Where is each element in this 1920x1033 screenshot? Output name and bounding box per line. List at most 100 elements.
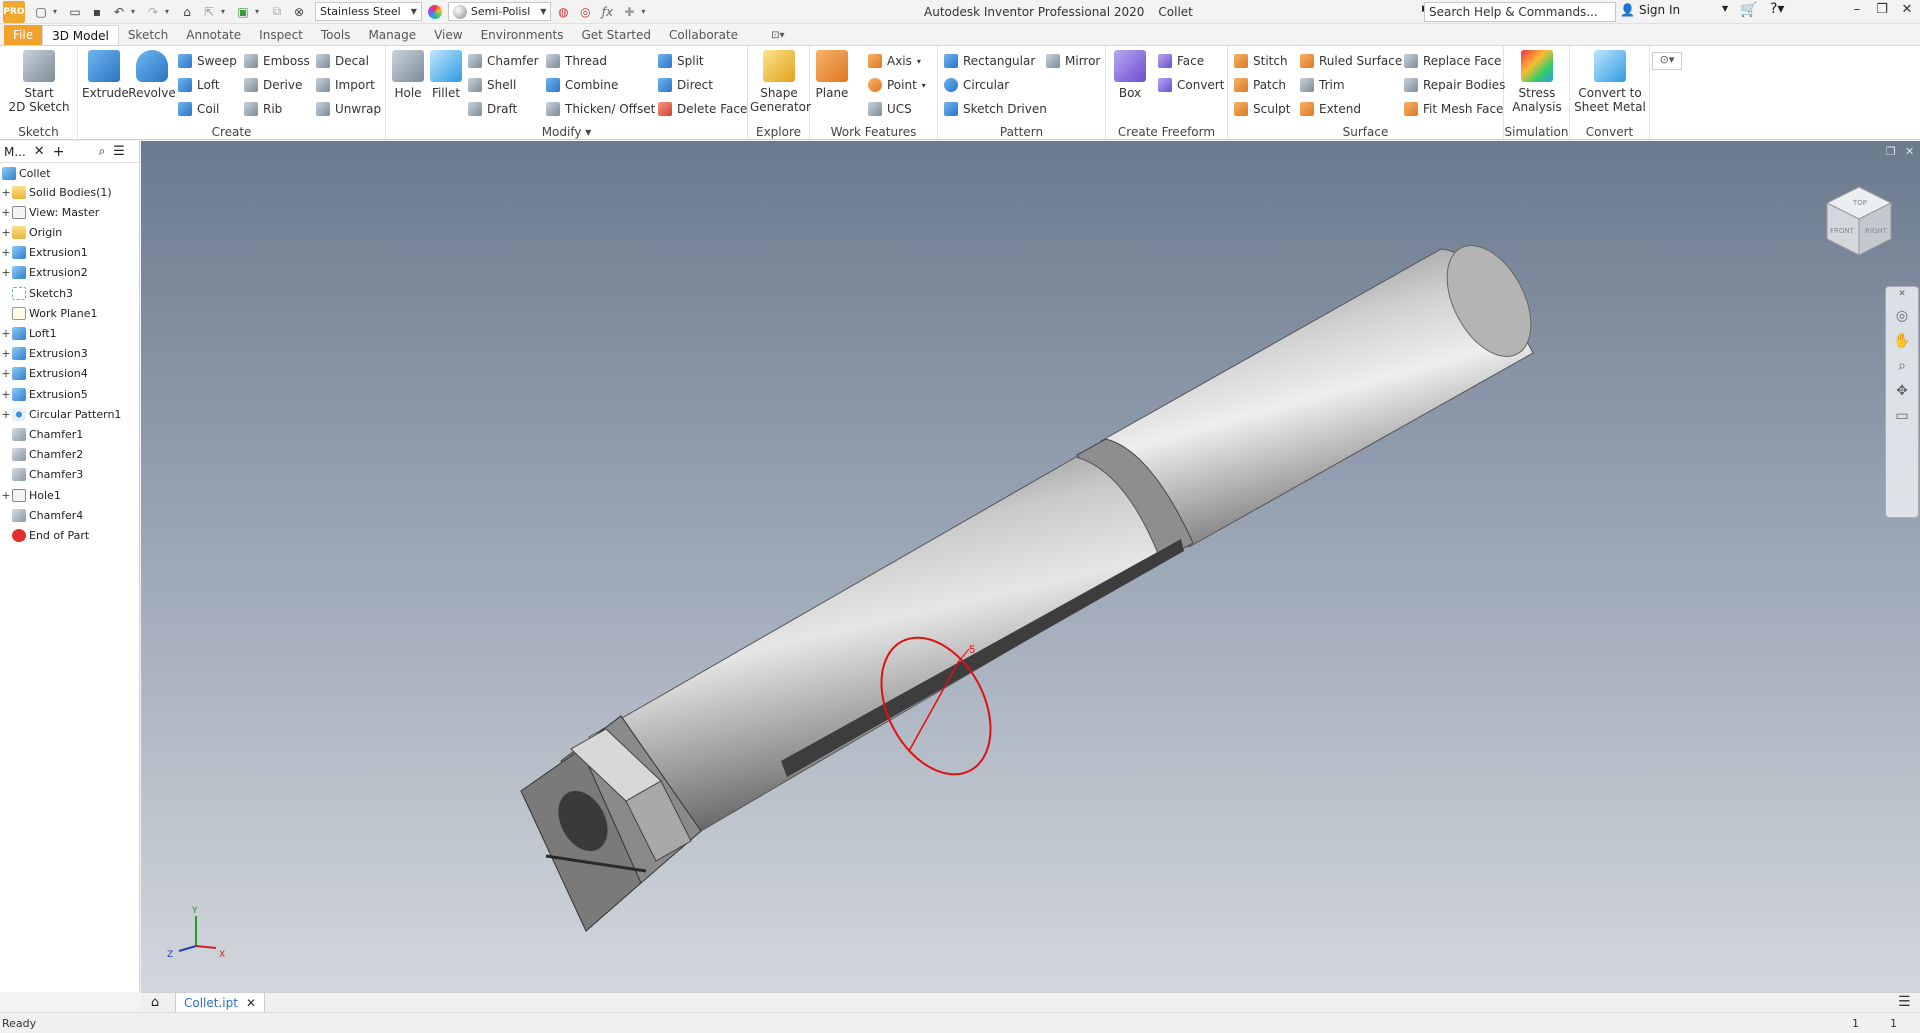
tree-item[interactable]: Sketch3 (0, 284, 73, 302)
decal-button[interactable]: Decal (316, 52, 369, 70)
cart-icon[interactable]: 🛒 (1740, 2, 1757, 18)
look-at-icon[interactable]: ▭ (1886, 408, 1918, 424)
trim-button[interactable]: Trim (1300, 76, 1345, 94)
shape-generator-button[interactable]: Shape Generator (750, 50, 811, 114)
tab-3d-model[interactable]: 3D Model (42, 25, 119, 45)
ucs-button[interactable]: UCS (868, 100, 912, 118)
stitch-button[interactable]: Stitch (1234, 52, 1288, 70)
steering-wheel-icon[interactable]: ◎ (1886, 308, 1918, 324)
thicken-offset-button[interactable]: Thicken/ Offset (546, 100, 655, 118)
home-icon[interactable]: ⌂ (177, 2, 197, 22)
expand-toggle[interactable]: + (0, 367, 12, 380)
tab-inspect[interactable]: Inspect (250, 25, 312, 45)
save-icon[interactable]: ▪ (87, 2, 107, 22)
select-icon[interactable]: ⇱ (199, 2, 219, 22)
dimension-label[interactable]: 5 (969, 644, 975, 656)
collet-model[interactable] (520, 232, 1548, 932)
derive-button[interactable]: Derive (244, 76, 302, 94)
search-input[interactable]: Search Help & Commands... (1424, 2, 1616, 22)
tree-item[interactable]: + Extrusion1 (0, 244, 88, 262)
tab-collaborate[interactable]: Collaborate (660, 25, 747, 45)
ruled-surface-button[interactable]: Ruled Surface (1300, 52, 1402, 70)
plane-button[interactable]: Plane (814, 50, 850, 100)
sweep-button[interactable]: Sweep (178, 52, 237, 70)
orbit-icon[interactable]: ✥ (1886, 383, 1918, 399)
rib-button[interactable]: Rib (244, 100, 282, 118)
tree-item[interactable]: + Solid Bodies(1) (0, 183, 112, 201)
tab-environments[interactable]: Environments (472, 25, 573, 45)
open-icon[interactable]: ▭ (65, 2, 85, 22)
emboss-button[interactable]: Emboss (244, 52, 310, 70)
tree-item[interactable]: Chamfer1 (0, 425, 83, 443)
material-select[interactable]: Stainless Steel ▼ (315, 2, 422, 21)
shell-button[interactable]: Shell (468, 76, 516, 94)
draft-button[interactable]: Draft (468, 100, 517, 118)
help-icon[interactable]: ?▾ (1770, 1, 1784, 17)
new-dropdown[interactable]: ▾ (53, 7, 63, 16)
menu-icon[interactable]: ☰ (113, 144, 125, 159)
search-icon[interactable]: ⌕ (98, 144, 105, 159)
unwrap-button[interactable]: Unwrap (316, 100, 381, 118)
redo-dropdown[interactable]: ▾ (165, 7, 175, 16)
sketch-driven-pattern-button[interactable]: Sketch Driven (944, 100, 1047, 118)
home-icon[interactable]: ⌂ (145, 995, 165, 1010)
tab-file[interactable]: File (4, 25, 43, 45)
graphics-viewport[interactable]: ❐ ✕ 5 Y X Z TOP FRONT RIGHT ✕ ◎ ✋ ⌕ ✥ ▭ (141, 141, 1920, 992)
fillet-button[interactable]: Fillet (428, 50, 464, 100)
expand-toggle[interactable]: + (0, 327, 12, 340)
patch-button[interactable]: Patch (1234, 76, 1286, 94)
inventor-logo[interactable]: PRO (3, 0, 25, 23)
appearance-icon[interactable] (427, 4, 442, 19)
update-dropdown[interactable]: ▾ (255, 7, 265, 16)
browser-title[interactable]: M... (4, 145, 26, 159)
expand-toggle[interactable]: + (0, 408, 12, 421)
stress-analysis-button[interactable]: Stress Analysis (1508, 50, 1566, 114)
tree-item[interactable]: Work Plane1 (0, 304, 98, 322)
circular-pattern-button[interactable]: Circular (944, 76, 1009, 94)
point-button[interactable]: Point ▾ (868, 76, 926, 94)
delete-face-button[interactable]: Delete Face (658, 100, 747, 118)
document-tab[interactable]: Collet.ipt ✕ (175, 992, 266, 1013)
undo-dropdown[interactable]: ▾ (131, 7, 141, 16)
axis-button[interactable]: Axis ▾ (868, 52, 921, 70)
start-2d-sketch-button[interactable]: Start 2D Sketch (6, 50, 72, 114)
panel-label-modify[interactable]: Modify ▾ (386, 125, 747, 139)
close-icon[interactable]: ✕ (246, 993, 256, 1013)
tree-item[interactable]: + Extrusion5 (0, 385, 88, 403)
convert-button[interactable]: Convert (1158, 76, 1224, 94)
update-icon[interactable]: ▣ (233, 2, 253, 22)
add-icon[interactable]: ✚ (619, 2, 639, 22)
thread-button[interactable]: Thread (546, 52, 607, 70)
replace-face-button[interactable]: Replace Face (1404, 52, 1501, 70)
zoom-icon[interactable]: ⌕ (1886, 358, 1918, 374)
fit-mesh-face-button[interactable]: Fit Mesh Face (1404, 100, 1503, 118)
close-icon[interactable]: ✕ (1886, 289, 1918, 299)
tree-item[interactable]: + Origin (0, 223, 62, 241)
tab-menu-icon[interactable]: ☰ (1898, 994, 1911, 1010)
loft-button[interactable]: Loft (178, 76, 220, 94)
expand-toggle[interactable]: + (0, 186, 12, 199)
adjust-appearance-icon[interactable]: ◍ (553, 2, 573, 22)
extrude-button[interactable]: Extrude (82, 50, 129, 100)
tree-item[interactable]: + Circular Pattern1 (0, 405, 121, 423)
view-cube[interactable]: TOP FRONT RIGHT (1821, 181, 1897, 261)
clear-appearance-icon[interactable]: ◎ (575, 2, 595, 22)
sign-in-dropdown[interactable]: ▼ (1722, 4, 1728, 13)
close-window-button[interactable]: ✕ (1896, 2, 1918, 22)
restore-button[interactable]: ❐ (1871, 2, 1893, 22)
expand-toggle[interactable]: + (0, 206, 12, 219)
extend-button[interactable]: Extend (1300, 100, 1361, 118)
expand-toggle[interactable]: + (0, 226, 12, 239)
redo-icon[interactable]: ↷ (143, 2, 163, 22)
new-file-icon[interactable]: ▢ (31, 2, 51, 22)
tab-annotate[interactable]: Annotate (177, 25, 250, 45)
parameters-icon[interactable]: ƒx (597, 2, 617, 22)
revolve-button[interactable]: Revolve (128, 50, 176, 100)
tab-get-started[interactable]: Get Started (572, 25, 660, 45)
appearance-select[interactable]: Semi-Polisl ▼ (447, 2, 552, 21)
split-button[interactable]: Split (658, 52, 704, 70)
mirror-button[interactable]: Mirror (1046, 52, 1100, 70)
convert-to-sheet-metal-button[interactable]: Convert to Sheet Metal (1572, 50, 1648, 114)
select-dropdown[interactable]: ▾ (221, 7, 231, 16)
sculpt-button[interactable]: Sculpt (1234, 100, 1290, 118)
